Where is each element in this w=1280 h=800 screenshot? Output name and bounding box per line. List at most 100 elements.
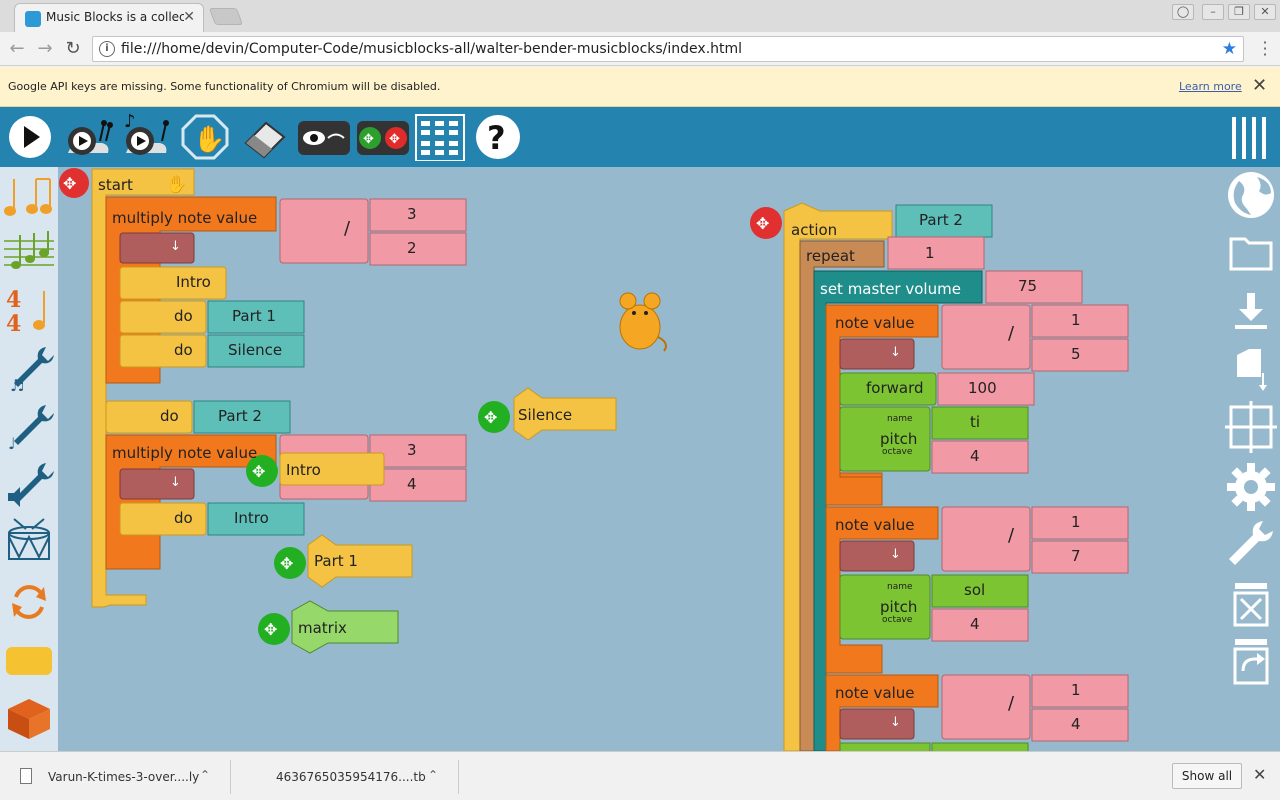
hand-icon: ✋: [166, 174, 187, 195]
action-label: action: [791, 221, 838, 239]
block-palette: 4 4 ♬ ♩: [0, 167, 81, 751]
octave-value[interactable]: 4: [970, 447, 980, 465]
volume-value[interactable]: 75: [1018, 277, 1037, 295]
denominator-value[interactable]: 4: [1071, 715, 1081, 733]
floating-intro-label: Intro: [286, 461, 321, 479]
numerator-value[interactable]: 1: [1071, 311, 1081, 329]
chevron-up-icon[interactable]: ⌃: [428, 768, 438, 782]
divide-operator: /: [344, 218, 351, 239]
part2-value[interactable]: Part 2: [218, 407, 262, 425]
chevron-up-icon[interactable]: ⌃: [200, 768, 210, 782]
multiply-note-value-label: multiply note value: [112, 444, 258, 462]
denominator-value[interactable]: 2: [407, 239, 417, 257]
bookmark-star-icon[interactable]: ★: [1222, 39, 1237, 59]
denominator-value[interactable]: 5: [1071, 345, 1081, 363]
tone-palette-icon[interactable]: ♬: [4, 343, 54, 393]
new-tab-button[interactable]: [208, 8, 244, 25]
name-label: name: [887, 414, 913, 424]
stop-icon[interactable]: ✋: [180, 113, 230, 161]
numerator-value[interactable]: 3: [407, 205, 417, 223]
collapse-blocks-icon[interactable]: ✥ ✥: [356, 113, 410, 161]
settings-icon[interactable]: [1225, 461, 1277, 513]
url-text: file:///home/devin/Computer-Code/musicbl…: [121, 41, 743, 57]
svg-text:?: ?: [487, 119, 506, 157]
profile-icon[interactable]: ◯: [1172, 4, 1194, 20]
reload-button[interactable]: ↻: [62, 38, 84, 60]
wrench-icon[interactable]: [1225, 519, 1277, 571]
help-icon[interactable]: ?: [474, 113, 522, 161]
numerator-value[interactable]: 1: [1071, 681, 1081, 699]
denominator-value[interactable]: 4: [407, 475, 417, 493]
flow-palette-icon[interactable]: [4, 577, 54, 627]
info-icon[interactable]: i: [99, 41, 115, 57]
denominator-value[interactable]: 7: [1071, 547, 1081, 565]
mouse-turtle-icon[interactable]: [619, 292, 667, 352]
close-window-button[interactable]: ✕: [1254, 4, 1276, 20]
action-name-value[interactable]: Part 2: [919, 211, 963, 229]
restore-icon[interactable]: [1225, 637, 1277, 689]
divide-operator: /: [1008, 525, 1015, 546]
intro-value[interactable]: Intro: [234, 509, 269, 527]
tab-title: Music Blocks is a collection: [46, 10, 184, 24]
hide-blocks-icon[interactable]: [296, 113, 352, 161]
repeat-count-value[interactable]: 1: [925, 244, 935, 262]
favicon-icon: [25, 11, 41, 27]
part1-value[interactable]: Part 1: [232, 307, 276, 325]
octave-label: octave: [882, 615, 913, 625]
rhythm-palette-icon[interactable]: [4, 171, 54, 221]
grid-icon[interactable]: [1225, 401, 1277, 453]
arrow-label: ↓: [170, 239, 181, 254]
clear-icon[interactable]: [240, 113, 288, 161]
repeat-label: repeat: [806, 247, 855, 265]
forward-button[interactable]: →: [34, 38, 56, 60]
set-master-volume-label: set master volume: [820, 280, 961, 298]
extras-palette-icon[interactable]: [4, 693, 54, 743]
numerator-value[interactable]: 3: [407, 441, 417, 459]
intervals-palette-icon[interactable]: ♩: [4, 401, 54, 451]
block-canvas[interactable]: ✥ ✋ ✥ ✥ ✥ ✥ ✥ start multiply note value …: [58, 167, 1222, 751]
show-all-button[interactable]: Show all: [1172, 763, 1242, 789]
downloads-close-icon[interactable]: ✕: [1253, 765, 1266, 784]
browser-tab[interactable]: Music Blocks is a collection ✕: [14, 3, 204, 32]
numerator-value[interactable]: 1: [1071, 513, 1081, 531]
meter-palette-icon[interactable]: [4, 227, 54, 277]
infobar-message: Google API keys are missing. Some functi…: [8, 80, 441, 93]
action-palette-icon[interactable]: [4, 635, 54, 685]
trash-icon[interactable]: [1225, 579, 1277, 631]
octave-value[interactable]: 4: [970, 615, 980, 633]
infobar-close-icon[interactable]: ✕: [1252, 75, 1267, 96]
address-bar[interactable]: i file:///home/devin/Computer-Code/music…: [92, 36, 1244, 62]
floating-matrix-label: matrix: [298, 619, 347, 637]
drum-palette-icon[interactable]: [4, 517, 54, 567]
play-icon[interactable]: [6, 113, 54, 161]
globe-icon[interactable]: [1225, 169, 1277, 221]
back-button[interactable]: ←: [6, 38, 28, 60]
svg-text:✥: ✥: [264, 620, 277, 639]
do-label: do: [160, 407, 179, 425]
forward-value[interactable]: 100: [968, 379, 997, 397]
note-value-label: note value: [835, 684, 915, 702]
download-item[interactable]: Varun-K-times-3-over....ly ⌃: [0, 760, 230, 794]
menu-toggle-icon[interactable]: [1226, 113, 1274, 161]
download-item[interactable]: 4636765035954176....tb ⌃: [230, 760, 458, 794]
start-stack[interactable]: ✥ ✋: [59, 168, 467, 608]
learn-more-link[interactable]: Learn more: [1179, 80, 1242, 93]
run-music-slowly-icon[interactable]: ♪: [120, 113, 172, 161]
silence-value[interactable]: Silence: [228, 341, 282, 359]
minimize-button[interactable]: –: [1202, 4, 1224, 20]
new-file-icon[interactable]: [1225, 343, 1277, 395]
restore-button[interactable]: ❐: [1228, 4, 1250, 20]
pitch-palette-icon[interactable]: 4 4: [4, 285, 54, 335]
run-slowly-icon[interactable]: [62, 113, 114, 161]
pitch-name-value[interactable]: ti: [970, 413, 980, 431]
folder-icon[interactable]: [1225, 227, 1277, 279]
volume-palette-icon[interactable]: [4, 459, 54, 509]
tab-close-icon[interactable]: ✕: [183, 9, 195, 25]
grid-menu-icon[interactable]: [414, 113, 466, 161]
browser-menu-icon[interactable]: · · ·: [1262, 35, 1268, 63]
svg-text:✥: ✥: [389, 132, 400, 147]
name-label: name: [887, 582, 913, 592]
browser-tab-strip: Music Blocks is a collection ✕ ◯ – ❐ ✕: [0, 0, 1280, 32]
pitch-name-value[interactable]: sol: [964, 581, 985, 599]
save-icon[interactable]: [1225, 285, 1277, 337]
